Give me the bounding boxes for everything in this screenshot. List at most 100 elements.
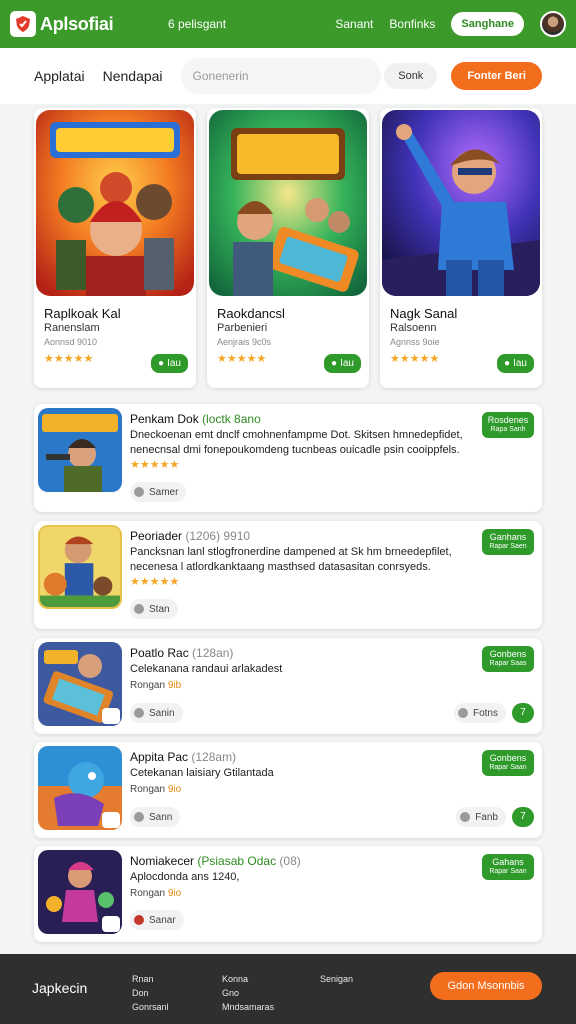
rating-stars: ★★★★★ — [44, 353, 94, 365]
game-meta: Aenjrais 9c0s — [217, 337, 272, 347]
footer: Japkecin Rnan Don Gonrsanl Konna Gno Mnd… — [0, 954, 576, 1024]
secondary-pill[interactable]: Fanb — [456, 807, 506, 827]
game-meta: Agnnss 9oie — [390, 337, 440, 347]
game-cover-art — [36, 110, 194, 296]
game-title: Poatlo Rac (128an) — [130, 646, 234, 660]
play-icon: ● — [331, 358, 338, 369]
category-icon — [134, 708, 144, 718]
list-item[interactable]: Penkam Dok (loctk 8ano Dneckoenan emt dn… — [34, 404, 542, 512]
logo-icon — [10, 11, 36, 37]
header-pill-button[interactable]: Sanghane — [451, 12, 524, 36]
game-subtitle: Ralsoenn — [390, 322, 437, 334]
category-pill[interactable]: Sanin — [130, 703, 183, 723]
featured-card[interactable]: Nagk Sanal Ralsoenn Agnnss 9oie ★★★★★ ● I… — [380, 108, 542, 388]
footer-link[interactable]: Mndsamaras — [222, 1000, 274, 1014]
rating-stars: ★★★★★ — [130, 576, 180, 588]
get-button[interactable]: Gonbens Rapar Saas — [482, 646, 534, 672]
fonter-button[interactable]: Fonter Beri — [451, 62, 542, 90]
play-icon: ● — [504, 358, 511, 369]
category-pill[interactable]: Sann — [130, 807, 181, 827]
get-button[interactable]: Gahans Rapar Saan — [482, 854, 534, 880]
search-input[interactable] — [180, 58, 381, 94]
get-button[interactable]: Ganhans Rapar Saen — [482, 529, 534, 555]
play-icon: ● — [158, 358, 165, 369]
category-icon — [134, 915, 144, 925]
rating-stars: ★★★★★ — [390, 353, 440, 365]
nav-link-sanant[interactable]: Sanant — [335, 17, 373, 31]
featured-card[interactable]: Raokdancsl Parbenieri Aenjrais 9c0s ★★★★… — [207, 108, 369, 388]
game-thumbnail — [38, 746, 122, 830]
user-avatar[interactable] — [540, 11, 566, 37]
footer-link[interactable]: Don — [132, 986, 169, 1000]
tab-applatai[interactable]: Applatai — [34, 68, 85, 84]
game-subtitle: Parbenieri — [217, 322, 268, 334]
get-button[interactable]: Gonbens Rapar Saan — [482, 750, 534, 776]
footer-cta-button[interactable]: Gdon Msonnbis — [430, 972, 542, 1000]
game-description: Cetekanan laisiary Gtilantada — [130, 767, 274, 779]
game-title: Peoriader (1206) 9910 — [130, 529, 251, 543]
rating-stars: ★★★★★ — [217, 353, 267, 365]
game-cover-art — [382, 110, 540, 296]
nav-link-bonfinks[interactable]: Bonfinks — [389, 17, 435, 31]
install-label: Iau — [513, 358, 527, 369]
game-thumbnail — [38, 525, 122, 609]
game-title: Nagk Sanal — [390, 306, 458, 321]
rating-label: Rongan 9ib — [130, 680, 182, 691]
featured-card[interactable]: Raplkoak Kal Ranenslam Aonnsd 9010 ★★★★★… — [34, 108, 196, 388]
footer-column: Konna Gno Mndsamaras — [222, 972, 274, 1014]
game-thumbnail — [38, 408, 122, 492]
logo-text: Aplsofiai — [40, 13, 114, 34]
sonk-button[interactable]: Sonk — [384, 63, 438, 89]
list-item[interactable]: Poatlo Rac (128an) Celekanana randaui ar… — [34, 638, 542, 734]
game-description: Dneckoenan emt dnclf cmohnenfampme Dot. … — [130, 429, 463, 456]
game-title: Raplkoak Kal — [44, 306, 121, 321]
game-title: Penkam Dok (loctk 8ano — [130, 412, 261, 426]
list-item[interactable]: Nomiakecer (Psiasab Odac (08) Aplocdonda… — [34, 846, 542, 942]
list-item[interactable]: Appita Pac (128am) Cetekanan laisiary Gt… — [34, 742, 542, 838]
game-description: Celekanana randaui arlakadest — [130, 663, 283, 675]
top-bar: Aplsofiai 6 pelisgant Sanant Bonfinks Sa… — [0, 0, 576, 48]
game-cover-art — [209, 110, 367, 296]
category-pill[interactable]: Samer — [130, 482, 187, 502]
game-title: Raokdancsl — [217, 306, 285, 321]
tab-nendapai[interactable]: Nendapai — [103, 68, 163, 84]
footer-column: Rnan Don Gonrsanl — [132, 972, 169, 1014]
footer-link[interactable]: Konna — [222, 972, 274, 986]
get-button[interactable]: Rosdenes Rapa Sanh — [482, 412, 534, 438]
rating-stars: ★★★★★ — [130, 459, 180, 471]
game-title: Nomiakecer (Psiasab Odac (08) — [130, 854, 301, 868]
rating-badge[interactable]: 7 — [512, 807, 534, 827]
app-logo[interactable]: Aplsofiai — [10, 11, 128, 37]
install-button[interactable]: ● Iau — [497, 354, 534, 373]
footer-brand: Japkecin — [32, 980, 88, 996]
category-icon — [134, 487, 144, 497]
footer-column: Senigan — [320, 972, 353, 986]
secondary-icon — [457, 708, 468, 718]
install-label: Iau — [340, 358, 354, 369]
secondary-pill[interactable]: Fotns — [453, 703, 506, 723]
game-description: Aplocdonda ans 1240, — [130, 871, 240, 883]
install-button[interactable]: ● Iau — [151, 354, 188, 373]
list-item[interactable]: Peoriader (1206) 9910 Pancksnan lanl stl… — [34, 521, 542, 629]
install-button[interactable]: ● Iau — [324, 354, 361, 373]
game-meta: Aonnsd 9010 — [44, 337, 98, 347]
footer-link[interactable]: Gonrsanl — [132, 1000, 169, 1014]
featured-games: Raplkoak Kal Ranenslam Aonnsd 9010 ★★★★★… — [34, 108, 542, 388]
category-icon — [134, 604, 144, 614]
rating-label: Rongan 9io — [130, 784, 182, 795]
footer-link[interactable]: Gno — [222, 986, 274, 1000]
rating-badge[interactable]: 7 — [512, 703, 534, 723]
footer-link[interactable]: Rnan — [132, 972, 169, 986]
category-pill[interactable]: Stan — [130, 599, 178, 619]
rating-label: Rongan 9io — [130, 888, 182, 899]
category-icon — [134, 812, 144, 822]
install-label: Iau — [167, 358, 181, 369]
game-subtitle: Ranenslam — [44, 322, 100, 334]
nav-link-pelisgant[interactable]: 6 pelisgant — [168, 17, 226, 31]
secondary-icon — [460, 812, 471, 822]
footer-link[interactable]: Senigan — [320, 972, 353, 986]
sub-navigation: Applatai Nendapai Sonk Fonter Beri — [0, 48, 576, 104]
game-description: Pancksnan lanl stlogfronerdine dampened … — [130, 546, 452, 573]
category-pill[interactable]: Sanar — [130, 910, 184, 930]
game-title: Appita Pac (128am) — [130, 750, 237, 764]
